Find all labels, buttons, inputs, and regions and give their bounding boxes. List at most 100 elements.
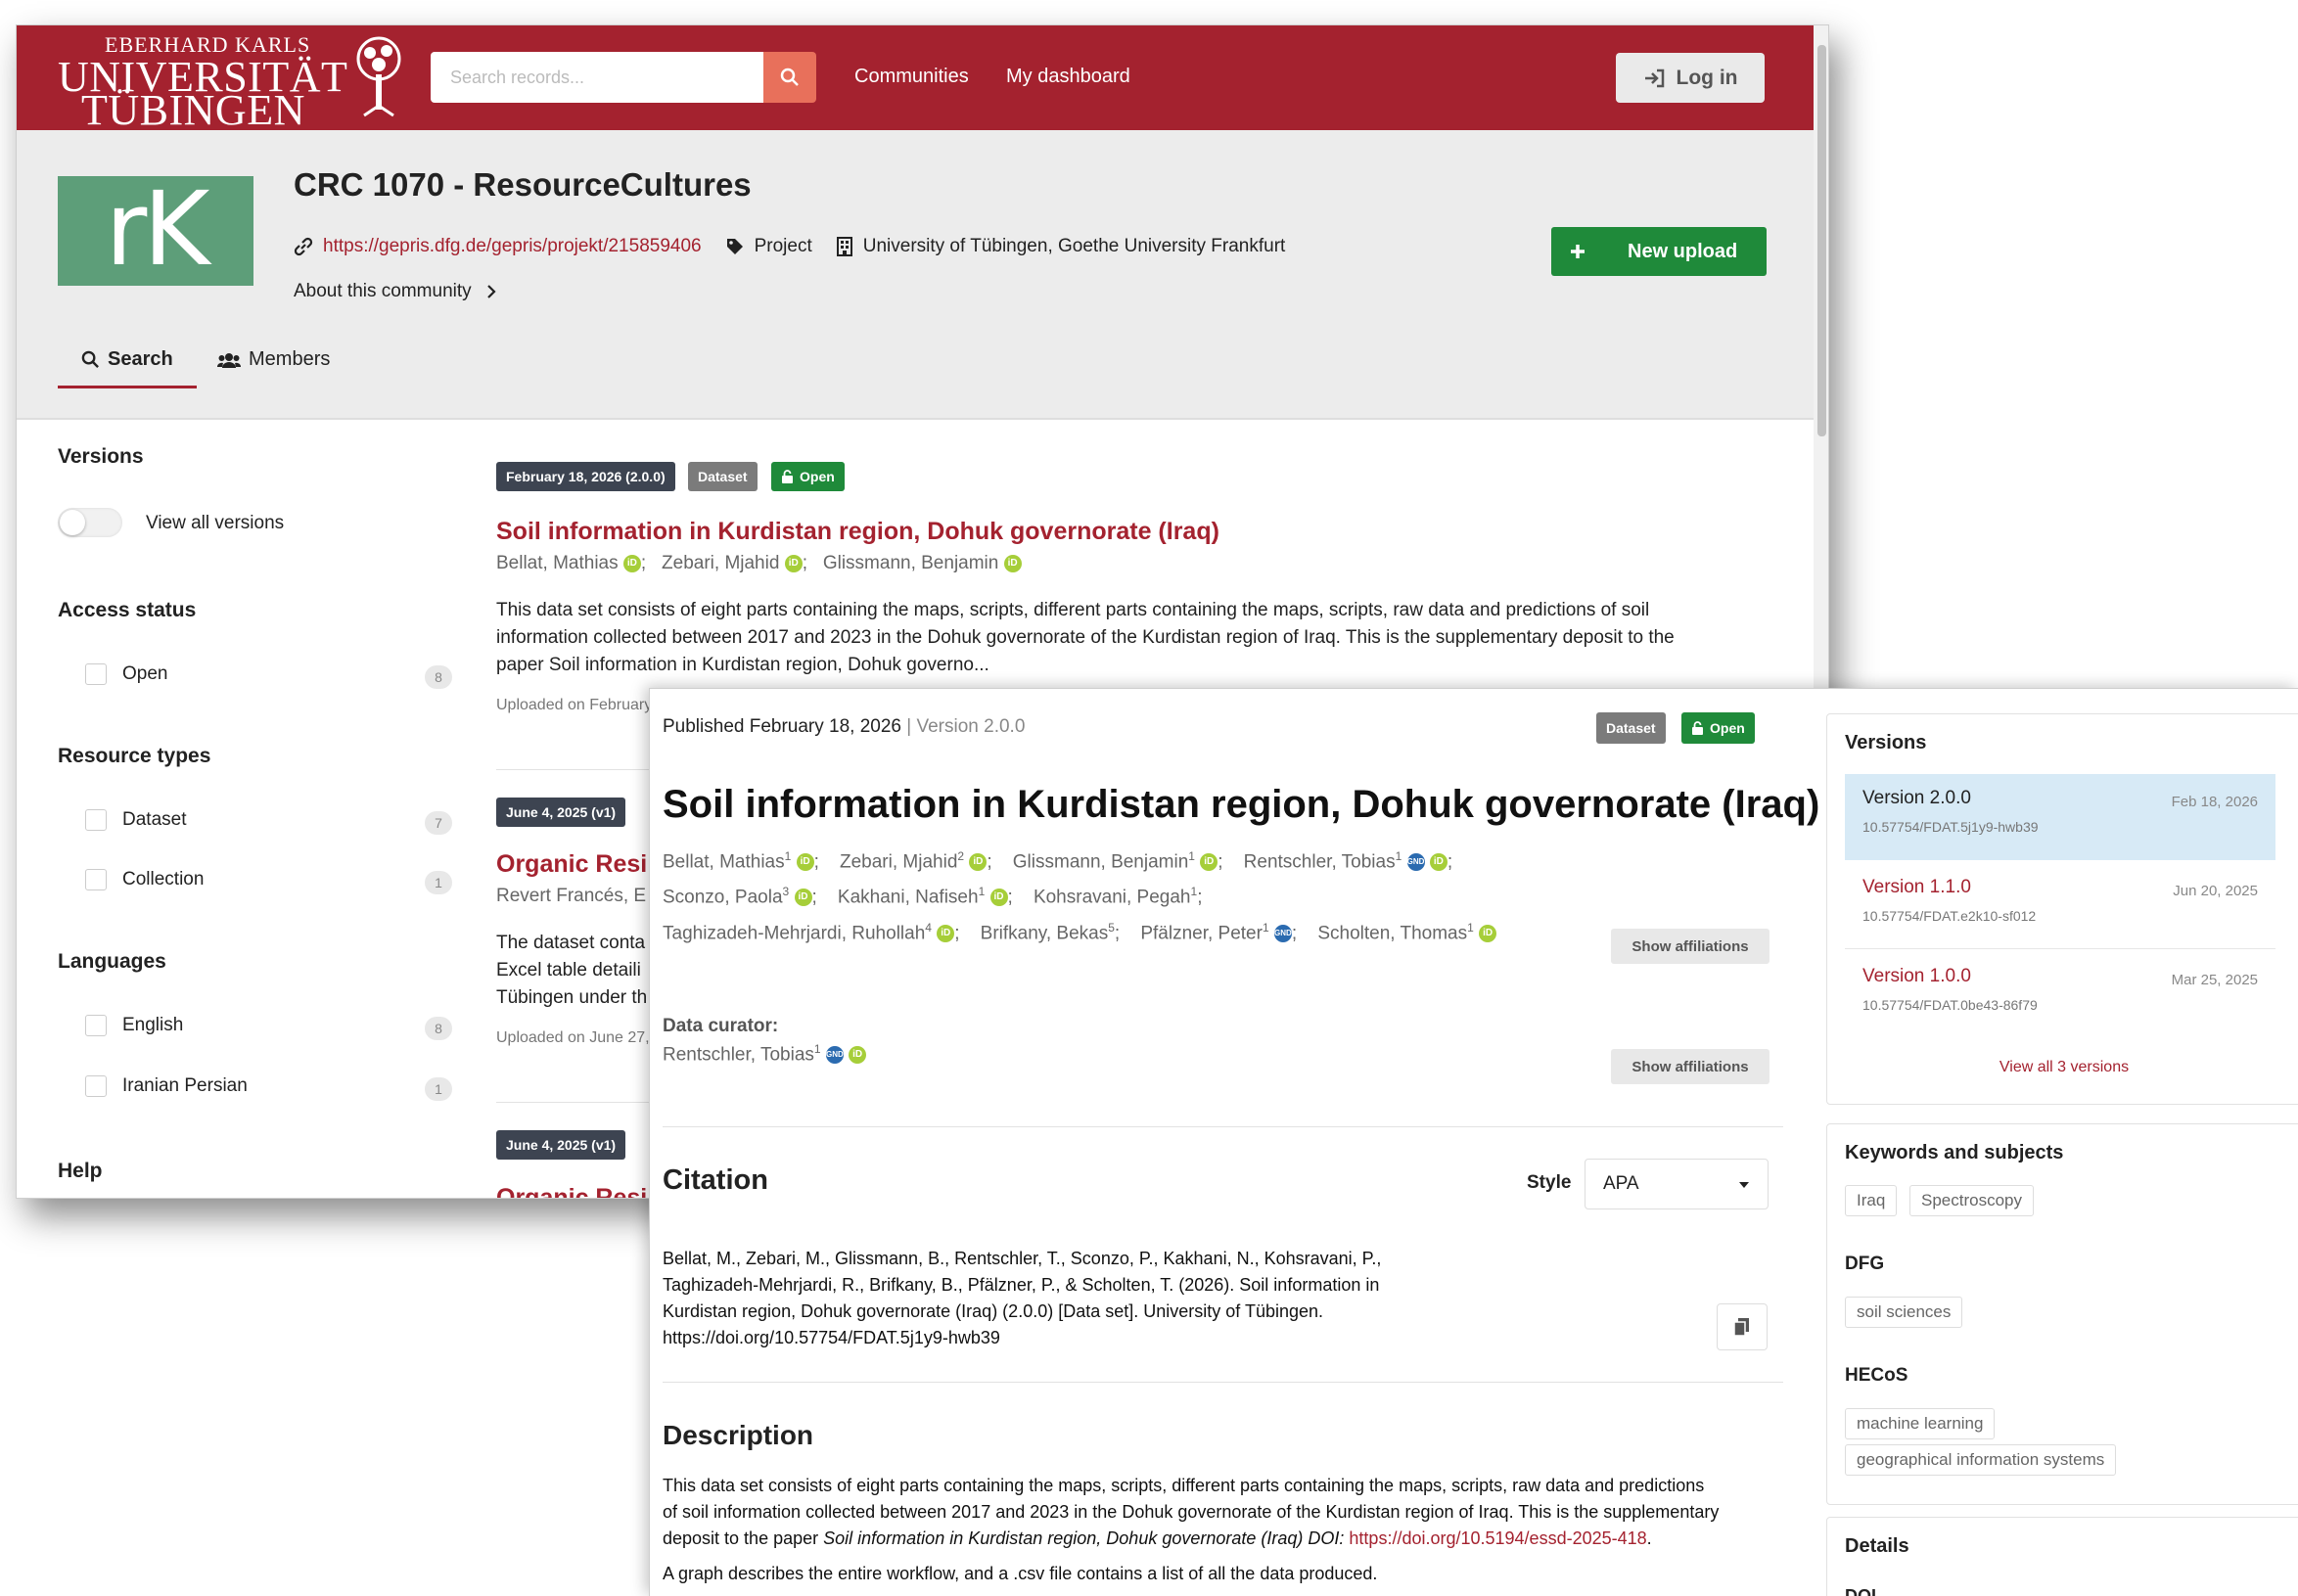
search-icon xyxy=(81,350,99,368)
top-header: EBERHARD KARLS UNIVERSITÄT TÜBINGEN Sear… xyxy=(17,25,1828,134)
gnd-icon[interactable]: GND xyxy=(1406,853,1425,872)
nav-communities[interactable]: Communities xyxy=(854,66,969,88)
checkbox[interactable] xyxy=(85,869,107,890)
result-title-link[interactable]: Soil information in Kurdistan region, Do… xyxy=(496,518,1219,546)
facet-persian-checkbox[interactable]: Iranian Persian xyxy=(85,1075,248,1097)
login-button[interactable]: Log in xyxy=(1616,53,1765,103)
search-button[interactable] xyxy=(763,52,816,103)
community-institutions: University of Tübingen, Goethe Universit… xyxy=(862,236,1286,256)
orcid-icon[interactable]: iD xyxy=(794,889,812,907)
orcid-icon[interactable]: iD xyxy=(969,853,988,872)
author-name[interactable]: Zebari, Mjahid xyxy=(662,553,779,573)
style-value: APA xyxy=(1603,1173,1639,1194)
checkbox[interactable] xyxy=(85,1075,107,1097)
lock-open-icon xyxy=(782,470,793,483)
orcid-icon[interactable]: iD xyxy=(1003,554,1022,572)
result-description: This data set consists of eight parts co… xyxy=(496,597,1729,679)
creator[interactable]: Kohsravani, Pegah xyxy=(1034,887,1191,907)
gnd-icon[interactable]: GND xyxy=(825,1046,844,1065)
version-item[interactable]: Version 2.0.0 Feb 18, 2026 10.57754/FDAT… xyxy=(1845,774,2275,860)
author-name[interactable]: Bellat, Mathias xyxy=(496,553,619,573)
new-upload-button[interactable]: New upload xyxy=(1551,227,1767,276)
tab-search[interactable]: Search xyxy=(81,348,173,371)
orcid-icon[interactable]: iD xyxy=(937,925,955,943)
result-title-link[interactable]: Organic Resi xyxy=(496,1184,647,1198)
tag-icon xyxy=(726,239,743,254)
orcid-icon[interactable]: iD xyxy=(849,1046,867,1065)
creator[interactable]: Glissmann, Benjamin xyxy=(1013,851,1189,872)
checkbox[interactable] xyxy=(85,1015,107,1036)
login-icon xyxy=(1644,68,1664,87)
creator[interactable]: Pfälzner, Peter xyxy=(1140,923,1263,943)
citation-text: Bellat, M., Zebari, M., Glissmann, B., R… xyxy=(663,1246,1446,1351)
versions-heading: Versions xyxy=(1845,732,1927,753)
affiliation-sup: 4 xyxy=(925,921,932,935)
orcid-icon[interactable]: iD xyxy=(622,554,641,572)
gnd-icon[interactable]: GND xyxy=(1273,925,1292,943)
scrollbar-thumb[interactable] xyxy=(1817,45,1826,436)
view-all-versions-link[interactable]: View all 3 versions xyxy=(1827,1059,2298,1076)
creator[interactable]: Bellat, Mathias xyxy=(663,851,785,872)
orcid-icon[interactable]: iD xyxy=(784,554,803,572)
facet-dataset-checkbox[interactable]: Dataset xyxy=(85,809,186,831)
creator[interactable]: Rentschler, Tobias xyxy=(663,1044,814,1065)
creator[interactable]: Taghizadeh-Mehrjardi, Ruhollah xyxy=(663,923,925,943)
access-label: Open xyxy=(1710,720,1745,736)
creator[interactable]: Brifkany, Bekas xyxy=(981,923,1109,943)
citation-style-select[interactable]: APA xyxy=(1585,1159,1769,1209)
desc-line: A graph describes the entire workflow, a… xyxy=(663,1564,1378,1583)
details-doi-label: DOI xyxy=(1845,1586,1877,1596)
subject-chip[interactable]: soil sciences xyxy=(1845,1297,1963,1328)
facet-open-checkbox[interactable]: Open xyxy=(85,663,167,685)
paper-doi-link[interactable]: https://doi.org/10.5194/essd-2025-418 xyxy=(1349,1528,1646,1548)
version-doi: 10.57754/FDAT.5j1y9-hwb39 xyxy=(1862,819,2039,835)
affiliation-sup: 1 xyxy=(1467,921,1474,935)
show-affiliations-curator-button[interactable]: Show affiliations xyxy=(1611,1049,1769,1084)
orcid-icon[interactable]: iD xyxy=(1429,853,1448,872)
affiliation-sup: 1 xyxy=(784,849,792,863)
about-community-link[interactable]: About this community xyxy=(294,281,498,302)
creator[interactable]: Zebari, Mjahid xyxy=(840,851,957,872)
subject-chip[interactable]: geographical information systems xyxy=(1845,1444,2117,1476)
copy-citation-button[interactable] xyxy=(1717,1303,1768,1350)
orcid-icon[interactable]: iD xyxy=(1479,925,1497,943)
creator[interactable]: Sconzo, Paola xyxy=(663,887,783,907)
plus-icon xyxy=(1571,245,1585,258)
facet-types-heading: Resource types xyxy=(58,745,211,767)
orcid-icon[interactable]: iD xyxy=(1200,853,1218,872)
creator[interactable]: Kakhani, Nafiseh xyxy=(838,887,979,907)
creator[interactable]: Scholten, Thomas xyxy=(1317,923,1467,943)
checkbox[interactable] xyxy=(85,809,107,831)
facet-collection-checkbox[interactable]: Collection xyxy=(85,869,204,890)
divider xyxy=(663,1382,1783,1383)
orcid-icon[interactable]: iD xyxy=(796,853,814,872)
about-label: About this community xyxy=(294,281,472,301)
community-url-link[interactable]: https://gepris.dfg.de/gepris/projekt/215… xyxy=(323,236,702,257)
logo-line-3: TÜBINGEN xyxy=(81,86,305,134)
facet-languages-heading: Languages xyxy=(58,950,166,973)
version-item[interactable]: Version 1.0.0 Mar 25, 2025 10.57754/FDAT… xyxy=(1845,952,2275,1038)
copy-icon xyxy=(1733,1318,1749,1337)
facet-access-heading: Access status xyxy=(58,599,197,621)
citation-line: https://doi.org/10.57754/FDAT.5j1y9-hwb3… xyxy=(663,1328,1000,1347)
view-all-versions-toggle[interactable] xyxy=(58,508,122,537)
facet-help-heading: Help xyxy=(58,1160,103,1182)
keyword-chip[interactable]: Iraq xyxy=(1845,1185,1898,1216)
show-affiliations-button[interactable]: Show affiliations xyxy=(1611,929,1769,964)
creator[interactable]: Rentschler, Tobias xyxy=(1244,851,1396,872)
author-name[interactable]: Glissmann, Benjamin xyxy=(823,553,999,573)
facet-english-checkbox[interactable]: English xyxy=(85,1015,183,1036)
nav-my-dashboard[interactable]: My dashboard xyxy=(1006,66,1130,88)
checkbox[interactable] xyxy=(85,663,107,685)
desc-text: deposit to the paper xyxy=(663,1528,819,1548)
search-input[interactable]: Search records... xyxy=(431,52,763,103)
result-title-link[interactable]: Organic Resi xyxy=(496,850,647,879)
keyword-chip[interactable]: Spectroscopy xyxy=(1909,1185,2034,1216)
divider xyxy=(663,1126,1783,1127)
caret-down-icon xyxy=(1739,1182,1749,1188)
orcid-icon[interactable]: iD xyxy=(989,889,1008,907)
version-item[interactable]: Version 1.1.0 Jun 20, 2025 10.57754/FDAT… xyxy=(1845,863,2275,949)
tab-members[interactable]: Members xyxy=(217,348,330,371)
subject-chip[interactable]: machine learning xyxy=(1845,1408,1996,1439)
community-title: CRC 1070 - ResourceCultures xyxy=(294,166,752,203)
